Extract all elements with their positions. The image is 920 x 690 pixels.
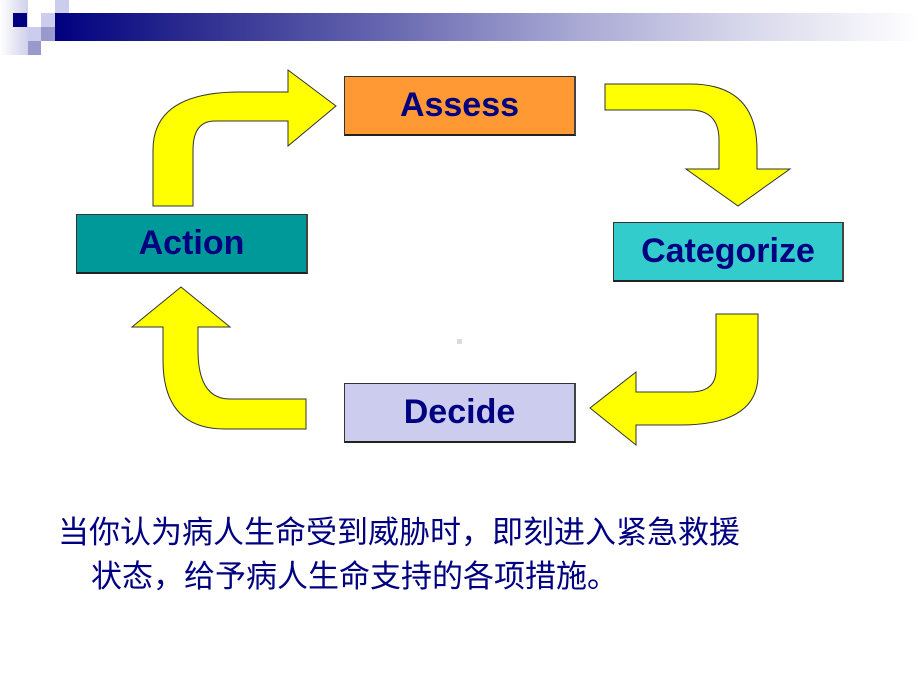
arrow-decide-to-action: [130, 286, 307, 430]
step-action-box: Action: [76, 214, 308, 274]
center-dot: [457, 339, 462, 344]
step-categorize-box: Categorize: [613, 222, 844, 282]
caption-text: 当你认为病人生命受到威胁时，即刻进入紧急救援 状态，给予病人生命支持的各项措施。: [58, 511, 878, 599]
step-categorize-label: Categorize: [641, 232, 815, 270]
caption-line-2: 状态，给予病人生命支持的各项措施。: [91, 559, 618, 595]
arrow-categorize-to-decide: [589, 313, 759, 447]
arrow-assess-to-categorize: [604, 83, 792, 207]
step-assess-label: Assess: [399, 86, 520, 124]
step-decide-box: Decide: [344, 383, 576, 443]
caption-line-1: 当你认为病人生命受到威胁时，即刻进入紧急救援: [58, 515, 740, 551]
arrow-action-to-assess: [152, 69, 337, 207]
step-decide-label: Decide: [403, 393, 516, 431]
step-action-label: Action: [138, 224, 245, 262]
step-assess-box: Assess: [344, 76, 576, 136]
